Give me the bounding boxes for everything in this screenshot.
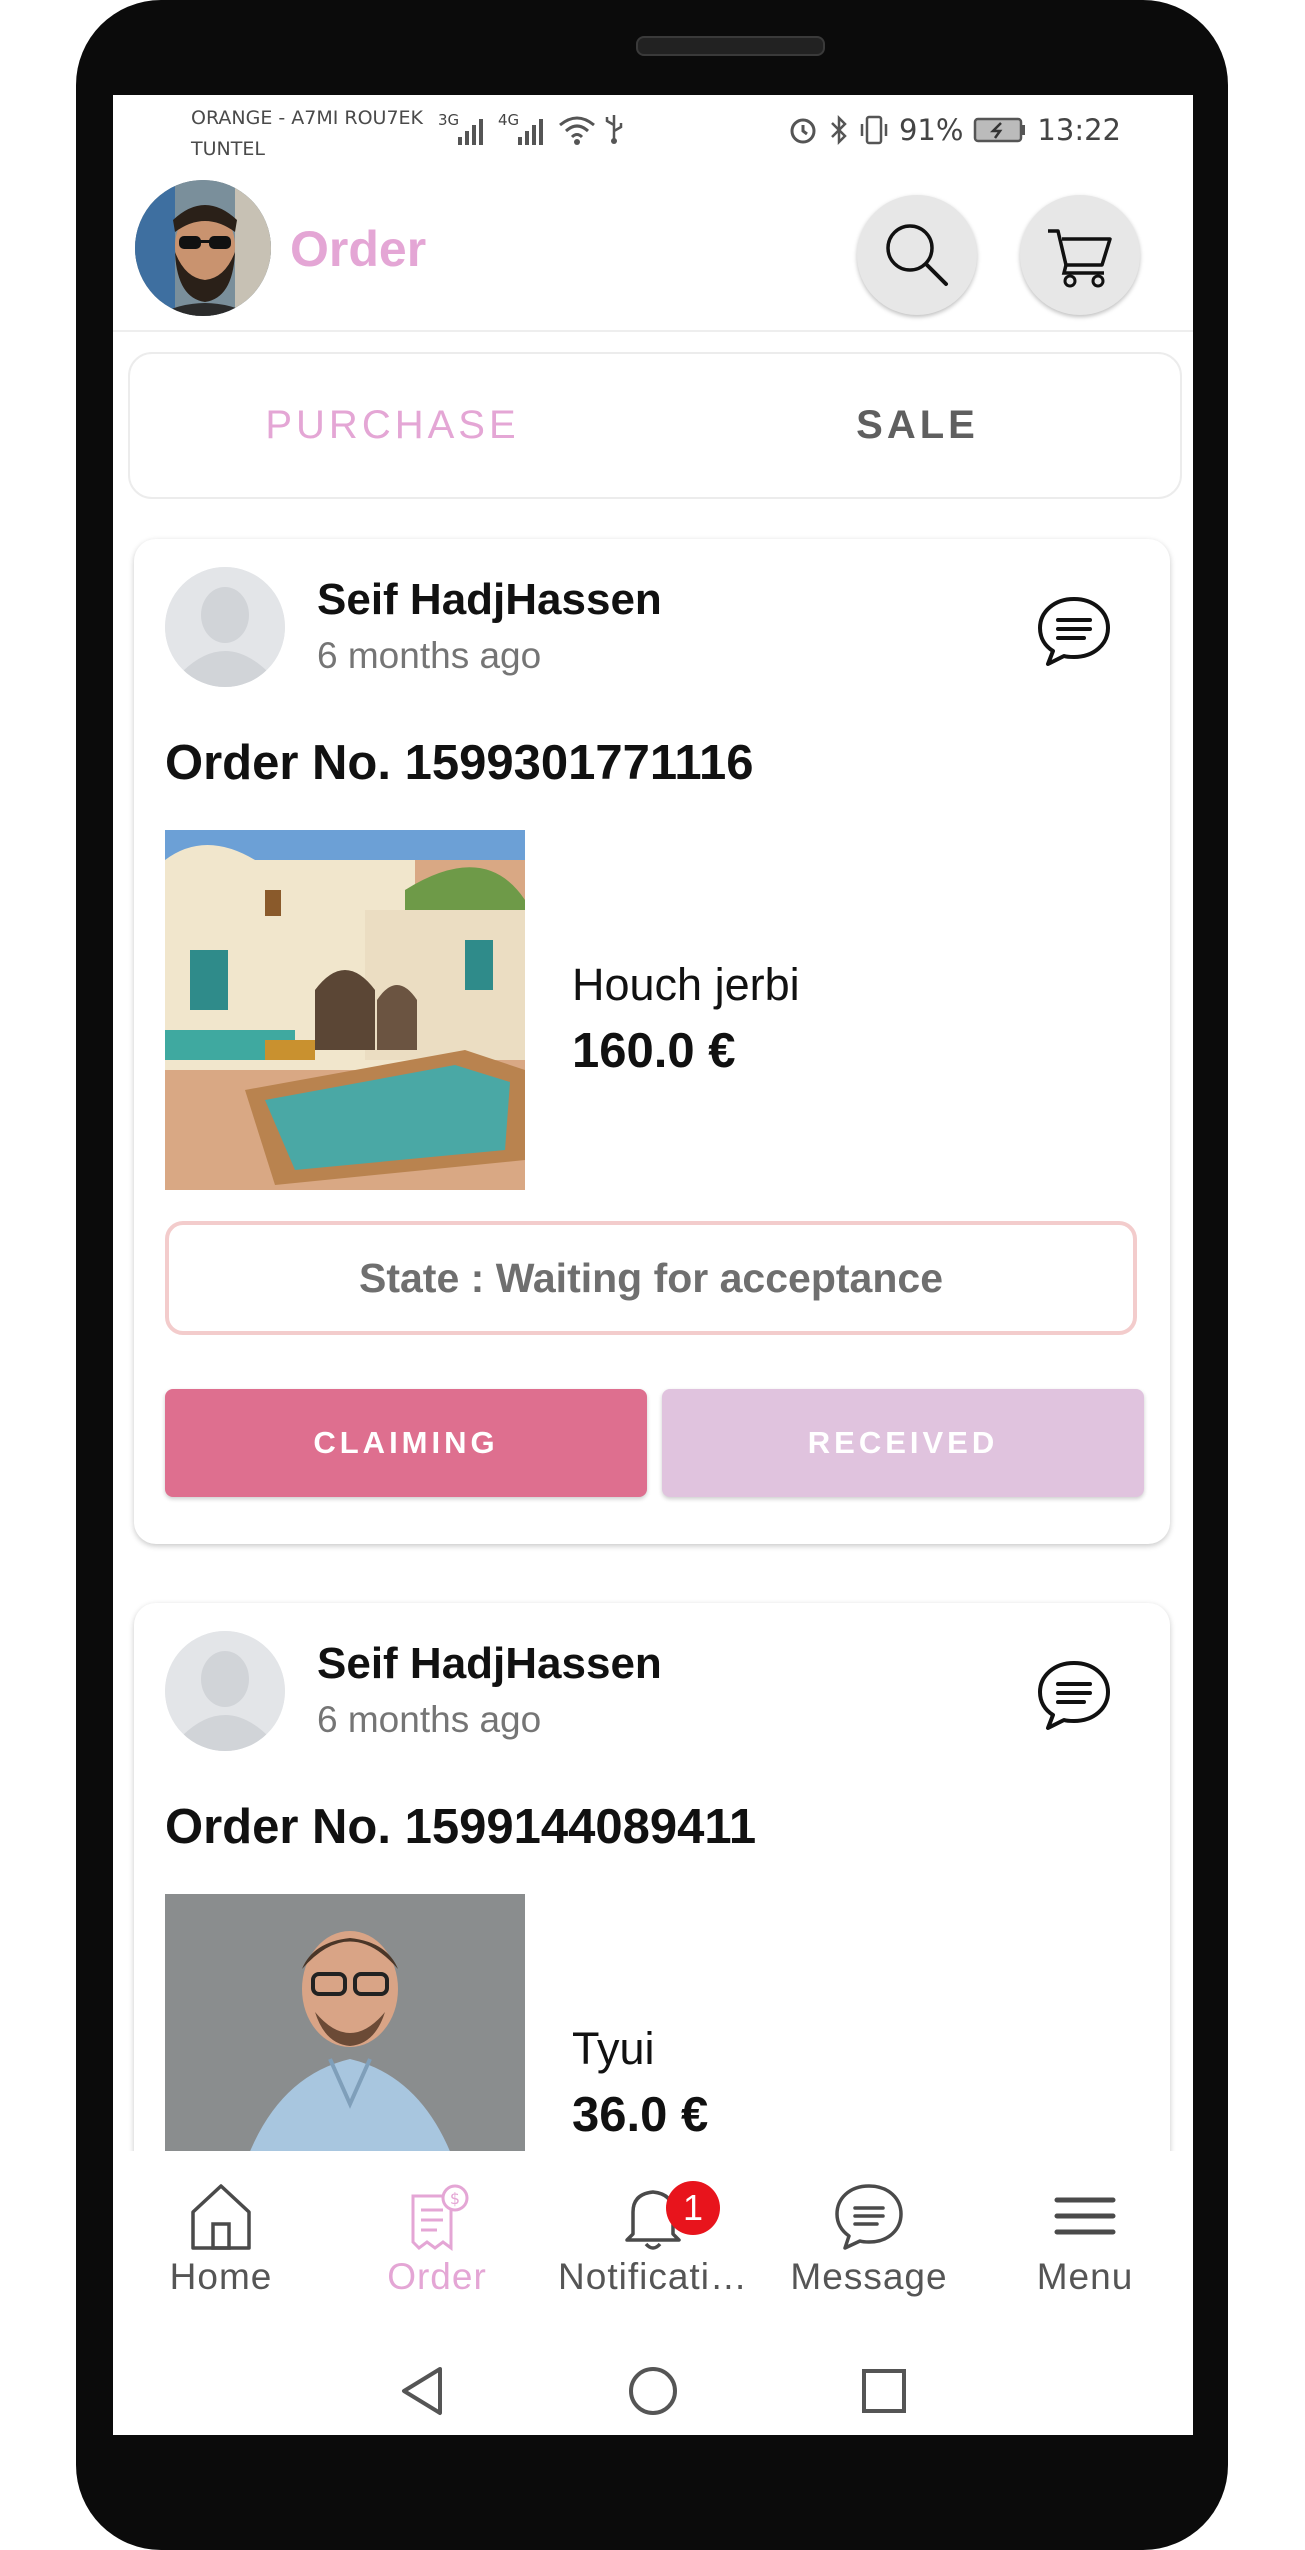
status-right: 91% 13:22: [787, 113, 1121, 147]
received-button[interactable]: RECEIVED: [662, 1389, 1144, 1497]
order-number: Order No. 1599144089411: [165, 1800, 757, 1854]
home-circle-icon[interactable]: [627, 2365, 679, 2417]
nav-home[interactable]: Home: [113, 2151, 329, 2335]
claiming-button[interactable]: CLAIMING: [165, 1389, 647, 1497]
notification-badge: 1: [666, 2181, 720, 2235]
order-card: Seif HadjHassen 6 months ago Order No. 1…: [134, 539, 1170, 1544]
search-icon: [886, 224, 948, 286]
back-icon[interactable]: [398, 2365, 446, 2417]
person-placeholder-icon: [165, 567, 285, 687]
signal-icon: [458, 119, 483, 145]
battery-percent: 91%: [898, 113, 964, 147]
system-navigation-bar: [113, 2335, 1193, 2435]
recents-icon[interactable]: [860, 2367, 908, 2415]
cart-button[interactable]: [1020, 195, 1140, 315]
product-price: 36.0 €: [572, 2088, 709, 2142]
tab-sale[interactable]: SALE: [655, 354, 1180, 497]
nav-label-message: Message: [790, 2256, 948, 2297]
svg-text:$: $: [450, 2189, 460, 2208]
order-icon: $: [411, 2184, 469, 2251]
chat-icon[interactable]: [1036, 1658, 1112, 1734]
product-name: Houch jerbi: [572, 959, 800, 1010]
nav-label-notifications: Notificati…: [558, 2256, 748, 2297]
menu-icon: [1054, 2197, 1116, 2235]
usb-icon: [605, 115, 623, 144]
carrier-line1: ORANGE - A7MI ROU7EK: [191, 107, 423, 129]
clock: 13:22: [1037, 113, 1121, 147]
person-placeholder-icon: [165, 1631, 285, 1751]
home-icon: [191, 2184, 251, 2250]
signal-icon-2: [518, 119, 543, 145]
chat-icon[interactable]: [1036, 594, 1112, 670]
vibrate-icon: [860, 115, 888, 145]
seller-name: Seif HadjHassen: [317, 575, 662, 624]
status-bar: ORANGE - A7MI ROU7EK TUNTEL 3G 4G 91% 13…: [113, 95, 1193, 180]
avatar[interactable]: [135, 180, 271, 316]
tab-purchase[interactable]: PURCHASE: [130, 354, 655, 497]
network-type-4g: 4G: [498, 111, 520, 129]
wifi-icon: [559, 116, 595, 145]
message-icon: [835, 2184, 903, 2250]
carrier-line2: TUNTEL: [191, 138, 265, 160]
product-price: 160.0 €: [572, 1024, 736, 1078]
house-photo: [165, 830, 525, 1190]
nav-label-order: Order: [387, 2256, 487, 2297]
seller-name: Seif HadjHassen: [317, 1639, 662, 1688]
nav-label-home: Home: [169, 2256, 273, 2297]
cart-icon: [1048, 229, 1112, 288]
order-number: Order No. 1599301771116: [165, 736, 754, 790]
battery-icon: [974, 117, 1026, 143]
nav-menu[interactable]: Menu: [977, 2151, 1193, 2335]
search-button[interactable]: [857, 195, 977, 315]
order-state: State : Waiting for acceptance: [165, 1221, 1137, 1335]
carrier-text: ORANGE - A7MI ROU7EK TUNTEL: [191, 103, 423, 165]
product-image[interactable]: [165, 830, 525, 1190]
user-avatar-placeholder: [165, 1631, 285, 1751]
screen: ORANGE - A7MI ROU7EK TUNTEL 3G 4G 91% 13…: [113, 95, 1193, 2435]
network-type-3g: 3G: [438, 111, 460, 129]
order-time: 6 months ago: [317, 1699, 542, 1740]
nav-order[interactable]: $ Order: [329, 2151, 545, 2335]
speaker-grille: [636, 36, 825, 56]
bottom-navigation: Home $ Order 1 Notificati… Message Menu: [113, 2151, 1193, 2335]
avatar-photo: [135, 180, 271, 316]
product-name: Tyui: [572, 2023, 655, 2074]
nav-message[interactable]: Message: [761, 2151, 977, 2335]
order-type-tabs: PURCHASE SALE: [128, 352, 1182, 499]
order-time: 6 months ago: [317, 635, 542, 676]
nav-notifications[interactable]: 1 Notificati…: [545, 2151, 761, 2335]
nav-label-menu: Menu: [1036, 2256, 1134, 2297]
page-title: Order: [290, 221, 427, 277]
alarm-icon: [790, 118, 816, 144]
user-avatar-placeholder: [165, 567, 285, 687]
bluetooth-icon: [831, 114, 847, 146]
